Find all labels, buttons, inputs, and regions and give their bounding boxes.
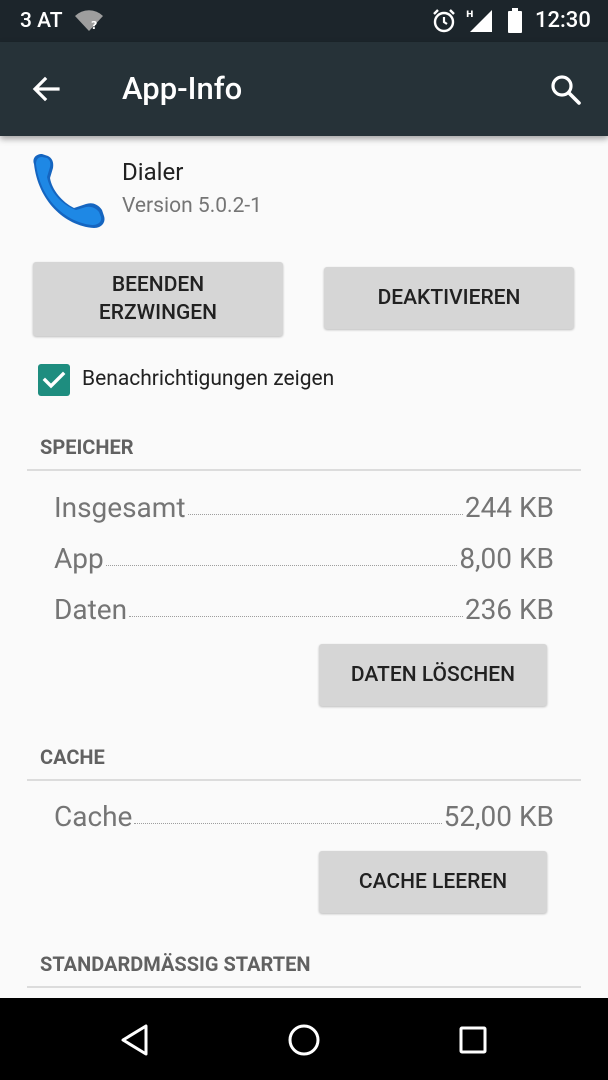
force-stop-button[interactable]: BEENDEN ERZWINGEN (33, 262, 283, 336)
battery-icon (507, 8, 523, 38)
launch-default-header: STANDARDMÄSSIG STARTEN (40, 952, 311, 976)
phone-icon (28, 152, 108, 232)
status-bar: 3 AT ? H 12:30 (0, 0, 608, 42)
recents-square-icon[interactable] (453, 1020, 493, 1060)
app-name: Dialer (122, 158, 184, 186)
back-triangle-icon[interactable] (115, 1020, 155, 1060)
clear-cache-button[interactable]: CACHE LEEREN (319, 851, 547, 913)
row-value: 236 KB (464, 593, 554, 626)
navigation-bar (0, 998, 608, 1080)
alarm-icon (431, 8, 457, 38)
row-label: Insgesamt (54, 491, 186, 524)
row-label: Cache (54, 800, 133, 833)
storage-divider (27, 469, 581, 471)
storage-header: SPEICHER (40, 435, 134, 459)
app-bar: App-Info (0, 42, 608, 136)
back-arrow-icon[interactable] (28, 71, 64, 107)
cache-header: CACHE (40, 745, 105, 769)
dotted-leader (134, 823, 442, 824)
row-value: 244 KB (464, 491, 554, 524)
dotted-leader (129, 616, 463, 617)
network-type: H (466, 10, 474, 20)
storage-row-app: App 8,00 KB (54, 539, 554, 575)
wifi-icon: ? (74, 10, 104, 36)
notifications-checkbox[interactable] (38, 364, 70, 396)
cache-divider (27, 779, 581, 781)
signal-icon: H (466, 8, 494, 38)
row-value: 52,00 KB (443, 800, 554, 833)
row-label: Daten (54, 593, 128, 626)
row-label: App (54, 542, 104, 575)
notifications-label[interactable]: Benachrichtigungen zeigen (82, 367, 334, 391)
cache-row: Cache 52,00 KB (54, 797, 554, 833)
disable-button[interactable]: DEAKTIVIEREN (324, 267, 574, 329)
search-icon[interactable] (548, 72, 584, 108)
home-circle-icon[interactable] (284, 1020, 324, 1060)
storage-row-total: Insgesamt 244 KB (54, 488, 554, 524)
carrier-label: 3 AT (20, 9, 63, 33)
dotted-leader (105, 565, 458, 566)
launch-default-divider (27, 986, 581, 988)
row-value: 8,00 KB (459, 542, 554, 575)
wifi-badge: ? (91, 19, 97, 32)
page-title: App-Info (122, 70, 243, 107)
clock: 12:30 (535, 8, 591, 33)
clear-data-button[interactable]: DATEN LÖSCHEN (319, 644, 547, 706)
app-version: Version 5.0.2-1 (122, 194, 262, 218)
checkmark-icon (42, 371, 66, 389)
storage-row-data: Daten 236 KB (54, 590, 554, 626)
dotted-leader (187, 514, 463, 515)
